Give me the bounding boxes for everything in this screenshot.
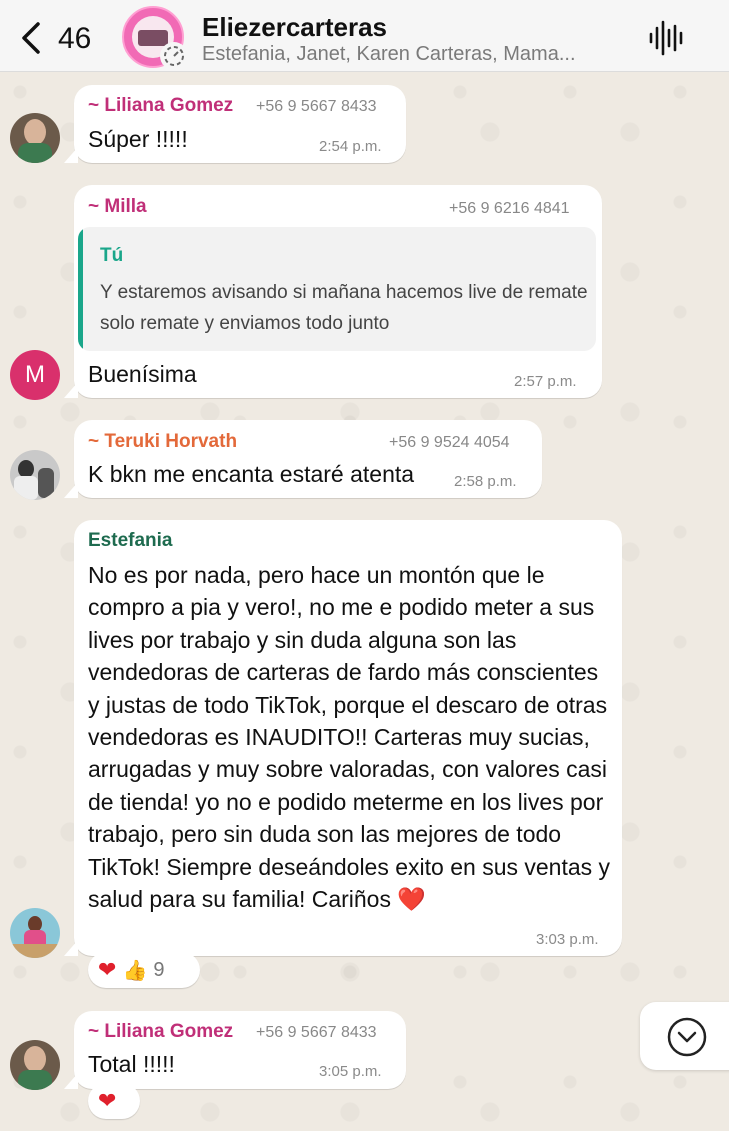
message-text: Súper !!!!! <box>88 126 188 152</box>
avatar[interactable] <box>10 450 60 500</box>
sender-phone: +56 9 6216 4841 <box>449 200 570 217</box>
scroll-to-bottom-button[interactable] <box>640 1002 729 1070</box>
audio-wave-icon[interactable] <box>645 18 685 58</box>
heart-icon: ❤ <box>98 957 117 982</box>
sender-name[interactable]: ~ Liliana Gomez <box>88 1021 233 1043</box>
sender-name[interactable]: ~ Milla <box>88 196 147 218</box>
sender-name[interactable]: ~ Teruki Horvath <box>88 431 237 453</box>
status-icon <box>160 42 188 70</box>
quoted-message[interactable]: Tú Y estaremos avisando si mañana hacemo… <box>78 227 596 351</box>
message-time: 3:05 p.m. <box>319 1063 382 1080</box>
reaction-pill[interactable]: ❤ <box>88 1083 140 1119</box>
sender-phone: +56 9 5667 8433 <box>256 1024 377 1041</box>
avatar[interactable]: M <box>10 350 60 400</box>
sender-name[interactable]: Estefania <box>88 530 172 552</box>
message-bubble[interactable]: ~ Liliana Gomez +56 9 5667 8433 Súper !!… <box>64 85 406 163</box>
message-bubble[interactable]: ~ Milla +56 9 6216 4841 Tú Y estaremos a… <box>64 185 602 398</box>
avatar[interactable] <box>10 113 60 163</box>
avatar[interactable] <box>10 1040 60 1090</box>
chat-header: 46 Eliezercarteras Estefania, Janet, Kar… <box>0 0 729 72</box>
message-text: Total !!!!! <box>88 1051 175 1077</box>
message-bubble[interactable]: Estefania No es por nada, pero hace un m… <box>64 520 622 956</box>
thumbs-up-icon: 👍 <box>122 959 148 982</box>
chat-title[interactable]: Eliezercarteras <box>202 12 387 43</box>
chevron-left-icon[interactable] <box>16 18 46 58</box>
heart-icon: ❤ <box>98 1088 117 1113</box>
message-time: 2:54 p.m. <box>319 138 382 155</box>
back-unread-count[interactable]: 46 <box>58 22 91 56</box>
chevron-down-circle-icon <box>667 1017 707 1057</box>
sender-phone: +56 9 9524 4054 <box>389 434 510 451</box>
reaction-count: 9 <box>153 958 165 981</box>
message-time: 2:58 p.m. <box>454 473 517 490</box>
quoted-sender: Tú <box>100 245 124 266</box>
quoted-text: Y estaremos avisando si mañana hacemos l… <box>100 282 588 334</box>
message-time: 2:57 p.m. <box>514 373 577 390</box>
message-text: Buenísima <box>88 361 197 387</box>
chat-participants[interactable]: Estefania, Janet, Karen Carteras, Mama..… <box>202 43 576 66</box>
message-text: No es por nada, pero hace un montón que … <box>88 562 611 913</box>
message-time: 3:03 p.m. <box>536 931 599 948</box>
sender-phone: +56 9 5667 8433 <box>256 98 377 115</box>
message-bubble[interactable]: ~ Liliana Gomez +56 9 5667 8433 Total !!… <box>64 1011 406 1089</box>
message-bubble[interactable]: ~ Teruki Horvath +56 9 9524 4054 K bkn m… <box>64 420 542 498</box>
reaction-pill[interactable]: ❤ 👍 9 <box>88 952 200 988</box>
avatar[interactable] <box>10 908 60 958</box>
message-text: K bkn me encanta estaré atenta <box>88 461 415 487</box>
sender-name[interactable]: ~ Liliana Gomez <box>88 95 233 117</box>
